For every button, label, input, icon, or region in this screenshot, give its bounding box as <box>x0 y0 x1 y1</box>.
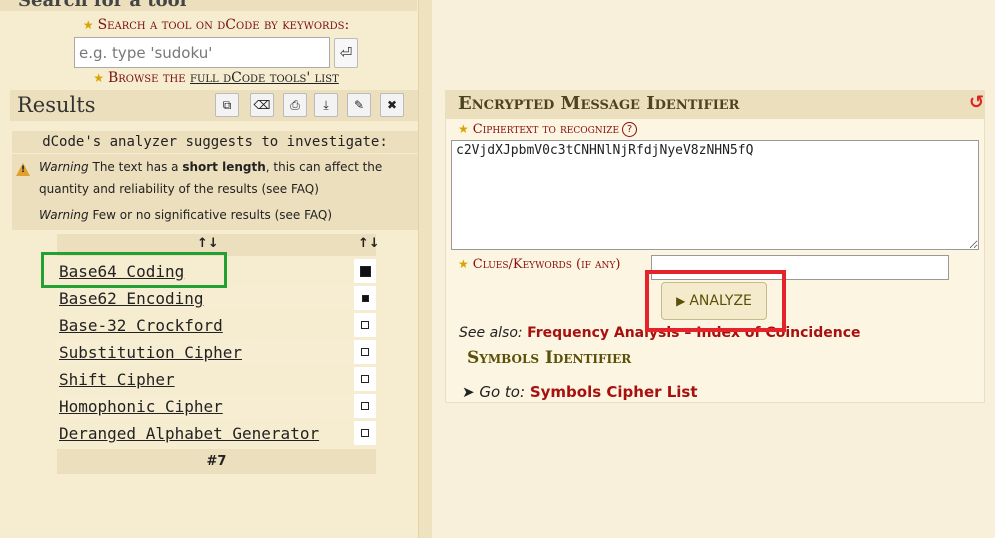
star-icon: ★ <box>93 71 104 85</box>
table-row: Substitution Cipher <box>57 340 376 364</box>
result-link[interactable]: Deranged Alphabet Generator <box>59 424 319 443</box>
download-button[interactable]: ⤓ <box>314 93 338 117</box>
score-square <box>359 265 371 277</box>
result-link[interactable]: Base62 Encoding <box>59 289 204 308</box>
search-tool-heading: Search for a tool <box>18 0 187 11</box>
score-square <box>361 429 369 437</box>
identifier-title: Encrypted Message Identifier <box>458 93 740 114</box>
erase-icon: ⌫ <box>253 98 271 112</box>
ciphertext-input[interactable]: c2VjdXJpbmV0c3tCNHNlNjRfdjNyeV8zNHN5fQ <box>451 140 979 250</box>
print-button[interactable]: ⎙ <box>283 93 307 117</box>
highlight-red-box <box>645 270 786 332</box>
reset-icon[interactable]: ↺ <box>969 92 984 113</box>
analyzer-suggestion: dCode's analyzer suggests to investigate… <box>12 131 418 153</box>
copy-button[interactable]: ⧉ <box>215 93 239 117</box>
result-count: #7 <box>57 449 376 474</box>
identifier-header: Encrypted Message Identifier ↺ <box>445 90 985 119</box>
table-row: Base62 Encoding <box>57 286 376 310</box>
result-link[interactable]: Homophonic Cipher <box>59 397 223 416</box>
result-link[interactable]: Base-32 Crockford <box>59 316 223 335</box>
result-link[interactable]: Shift Cipher <box>59 370 175 389</box>
symbols-cipher-list-link[interactable]: Symbols Cipher List <box>530 383 698 401</box>
score-cell <box>354 340 376 364</box>
browse-tools: ★ Browse the full dCode tools' list <box>93 70 339 86</box>
sort-name-icon[interactable]: ↑↓ <box>197 236 219 251</box>
score-cell <box>354 286 376 310</box>
help-icon[interactable]: ? <box>622 122 638 137</box>
table-row: Base-32 Crockford <box>57 313 376 337</box>
pin-button[interactable]: ✎ <box>347 93 371 117</box>
search-input[interactable] <box>74 37 330 68</box>
goto: ➤ Go to: Symbols Cipher List <box>462 383 698 401</box>
return-icon: ⏎ <box>339 44 353 62</box>
symbols-identifier-link[interactable]: Symbols Identifier <box>467 348 631 368</box>
star-icon: ★ <box>458 257 469 271</box>
score-cell <box>354 313 376 337</box>
copy-icon: ⧉ <box>222 98 232 112</box>
score-cell <box>354 259 376 283</box>
score-square <box>361 402 369 410</box>
warning-box: ! Warning The text has a short length, t… <box>12 154 418 230</box>
erase-button[interactable]: ⌫ <box>250 93 274 117</box>
score-cell <box>354 421 376 445</box>
score-square <box>361 294 369 302</box>
full-tools-list-link[interactable]: full dCode tools' list <box>190 70 339 86</box>
score-square <box>361 348 369 356</box>
results-header: Results ⧉ ⌫ ⎙ ⤓ ✎ ✖ <box>10 90 418 121</box>
warning-few-results: Warning Few or no significative results … <box>39 208 333 222</box>
print-icon: ⎙ <box>290 98 300 112</box>
star-icon: ★ <box>458 122 469 136</box>
score-square <box>361 375 369 383</box>
table-row: Shift Cipher <box>57 367 376 391</box>
download-icon: ⤓ <box>323 98 329 112</box>
star-icon: ★ <box>82 18 94 32</box>
score-square <box>361 321 369 329</box>
warning-icon: ! <box>16 163 30 176</box>
ciphertext-label: ★ Ciphertext to recognize? <box>458 122 638 137</box>
sort-score-icon[interactable]: ↑↓ <box>358 236 380 251</box>
clues-label: ★ Clues/Keywords (if any) <box>458 257 621 272</box>
warning-short-length: Warning The text has a short length, thi… <box>39 160 383 196</box>
result-link[interactable]: Substitution Cipher <box>59 343 242 362</box>
results-title: Results <box>17 93 96 117</box>
score-cell <box>354 394 376 418</box>
score-cell <box>354 367 376 391</box>
search-label: ★ Search a tool on dCode by keywords: <box>82 17 350 33</box>
close-button[interactable]: ✖ <box>380 93 404 117</box>
search-tool-header: Search for a tool <box>0 0 417 11</box>
arrow-icon: ➤ <box>462 383 475 401</box>
table-row: Deranged Alphabet Generator <box>57 421 376 445</box>
table-row: Homophonic Cipher <box>57 394 376 418</box>
close-icon: ✖ <box>386 98 398 112</box>
highlight-green-box <box>41 252 227 288</box>
search-submit-button[interactable]: ⏎ <box>334 38 358 68</box>
pin-icon: ✎ <box>353 98 365 112</box>
